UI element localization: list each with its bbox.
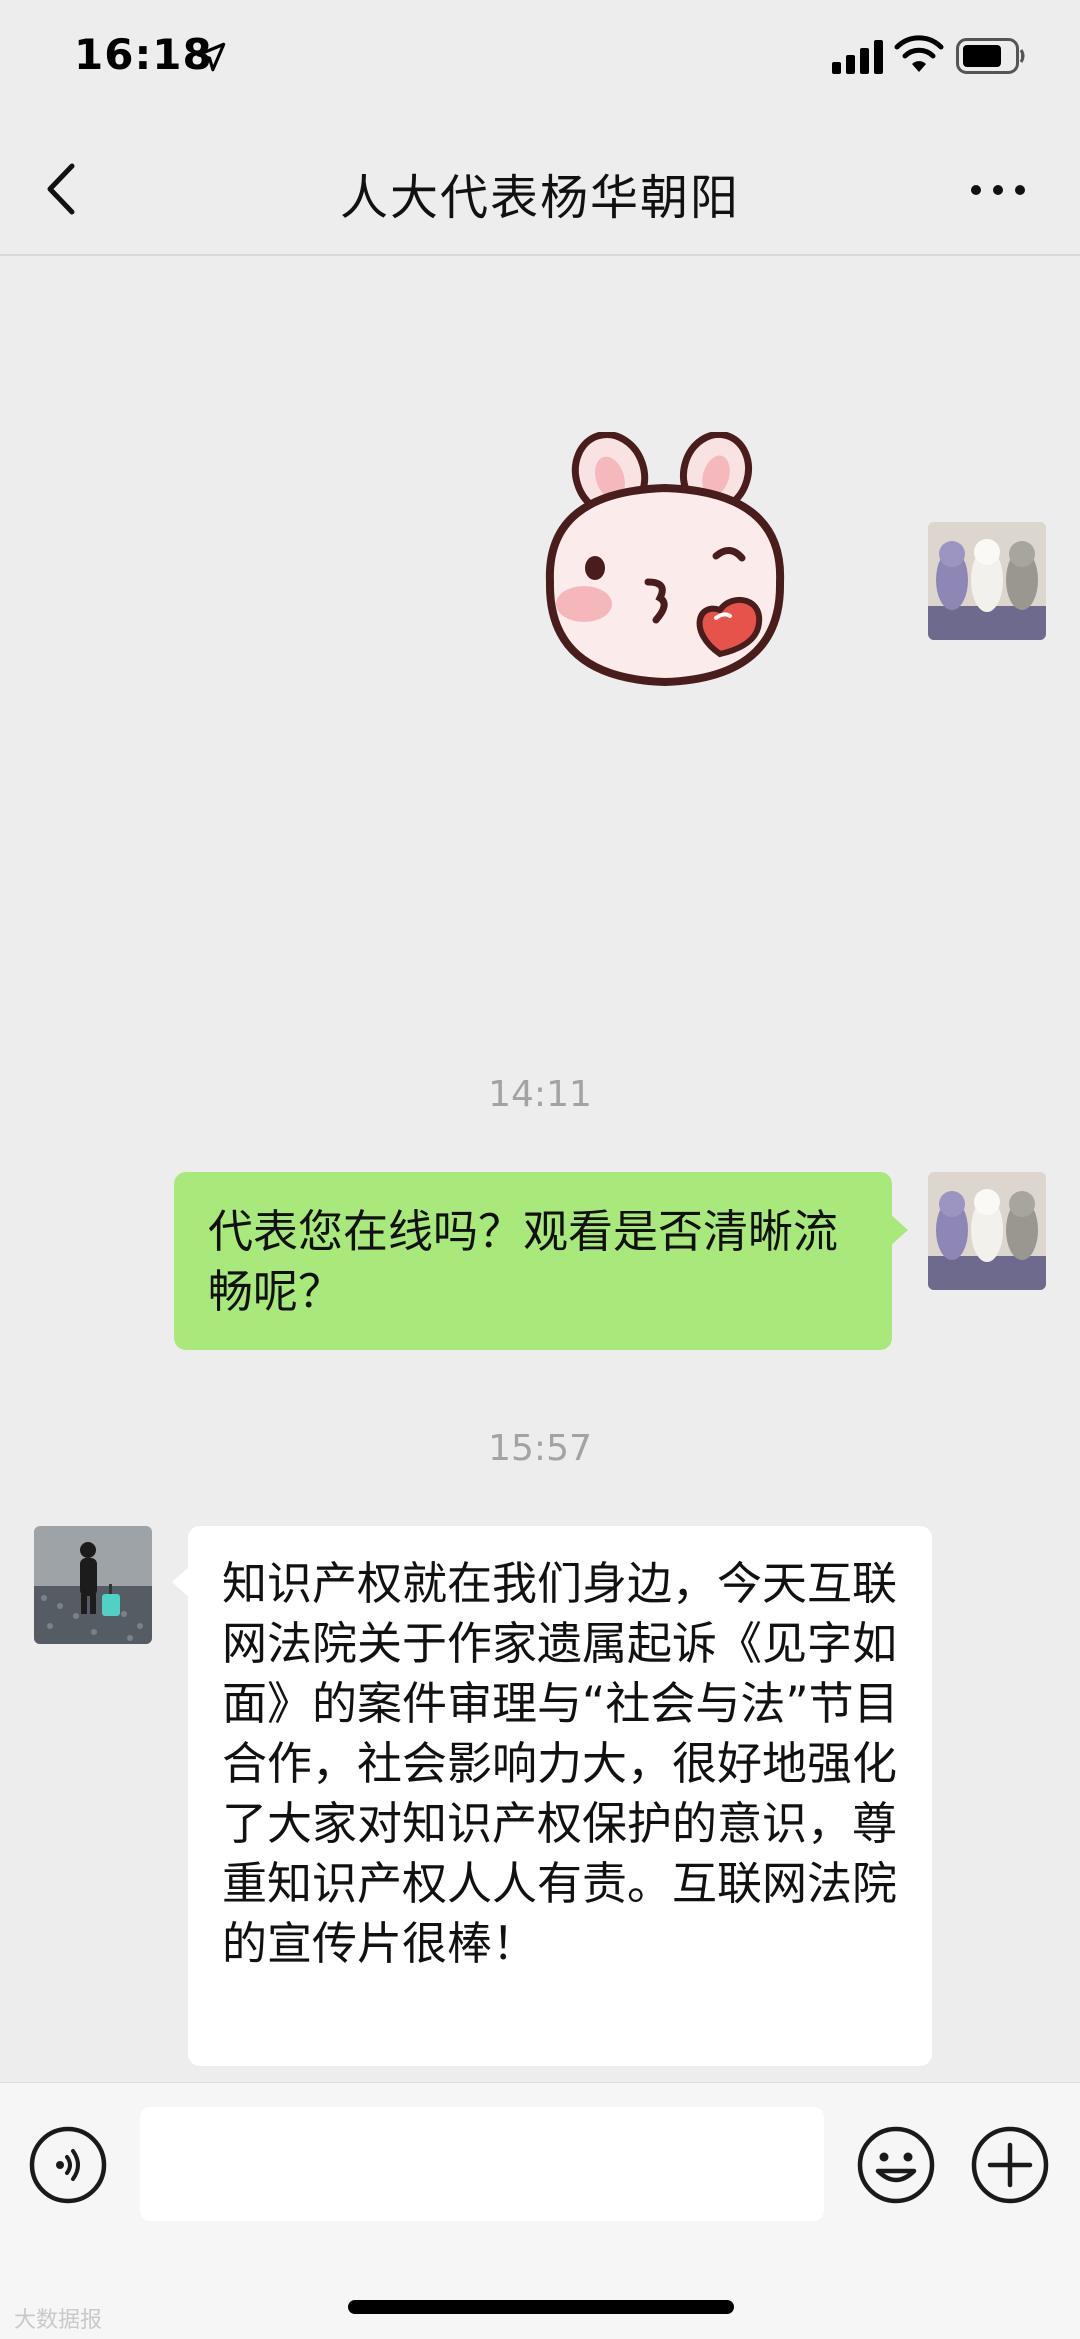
emoji-button[interactable]	[856, 2125, 936, 2205]
self-avatar[interactable]	[928, 1172, 1046, 1290]
wifi-icon	[894, 35, 944, 72]
plus-icon	[971, 2126, 1049, 2204]
emoji-smile-icon	[857, 2126, 935, 2204]
message-text: 知识产权就在我们身边，今天互联网法院关于作家遗属起诉《见字如面》的案件审理与“社…	[222, 1557, 899, 1970]
timestamp: 15:57	[488, 1428, 592, 1469]
watermark: 大数据报	[14, 2308, 103, 2333]
message-text: 代表您在线吗？观看是否清晰流畅呢？	[208, 1205, 839, 1318]
timestamp: 14:11	[488, 1074, 592, 1115]
contact-avatar[interactable]	[34, 1526, 152, 1644]
status-time: 16:18	[74, 30, 213, 79]
home-indicator[interactable]	[348, 2300, 734, 2314]
outgoing-message-bubble[interactable]: 代表您在线吗？观看是否清晰流畅呢？	[174, 1172, 908, 1350]
incoming-message-bubble[interactable]: 知识产权就在我们身边，今天互联网法院关于作家遗属起诉《见字如面》的案件审理与“社…	[172, 1526, 932, 2066]
cellular-signal-icon	[832, 40, 883, 74]
plush-bunnies-avatar-image	[928, 522, 1046, 640]
chat-screen: 16:18 人大代表杨华朝阳 14:11 代表您在线吗？观看是否清晰流畅呢？ 1…	[0, 0, 1080, 2339]
more-button[interactable]	[968, 170, 1028, 210]
plus-button[interactable]	[970, 2125, 1050, 2205]
voice-button[interactable]	[28, 2125, 108, 2205]
message-input[interactable]	[140, 2107, 824, 2221]
person-with-suitcase-avatar-image	[34, 1526, 152, 1644]
more-dots-icon	[971, 185, 1025, 195]
nav-bar: 人大代表杨华朝阳	[0, 120, 1080, 256]
plush-bunnies-avatar-image	[928, 1172, 1046, 1290]
battery-icon	[956, 38, 1025, 74]
self-avatar[interactable]	[928, 522, 1046, 640]
voice-icon	[29, 2126, 107, 2204]
status-bar: 16:18	[0, 0, 1080, 120]
chat-title: 人大代表杨华朝阳	[339, 170, 740, 226]
location-arrow-icon	[196, 42, 226, 72]
bunny-sticker[interactable]	[520, 432, 810, 702]
